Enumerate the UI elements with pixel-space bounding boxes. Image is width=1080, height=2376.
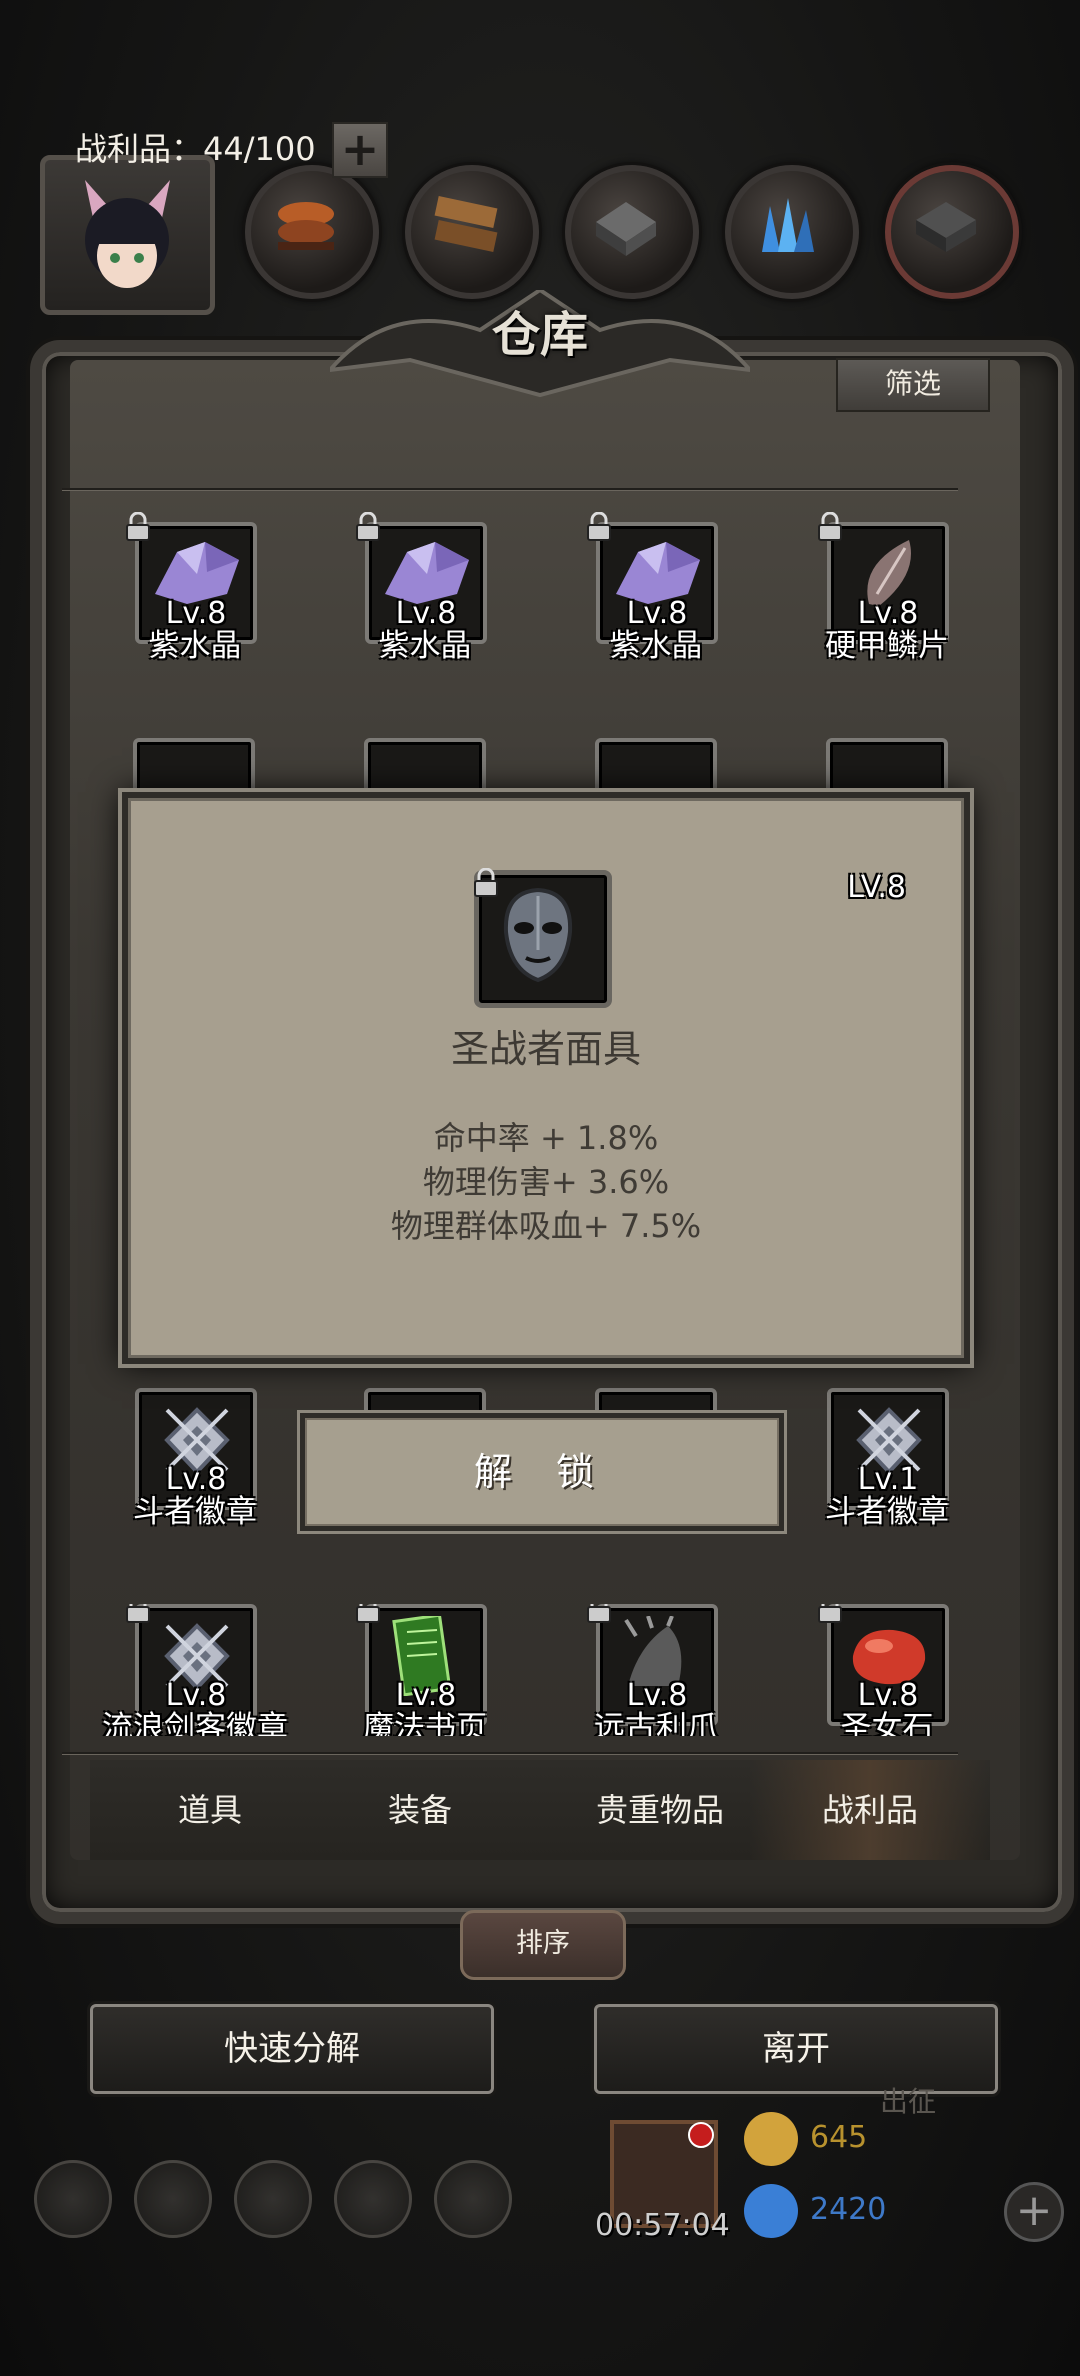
tab-loot[interactable]: 战利品 (750, 1760, 990, 1860)
tab-items[interactable]: 道具 (90, 1760, 330, 1860)
item-slot[interactable]: Lv.1 斗者徽章 (772, 1388, 1002, 1530)
notification-dot (688, 2122, 714, 2148)
item-slot[interactable]: Lv.8 紫水晶 (80, 512, 310, 664)
mail-icon[interactable] (334, 2160, 412, 2238)
item-level: Lv.8 (165, 1462, 227, 1497)
category-orange[interactable] (245, 165, 379, 299)
item-level: Lv.8 (626, 1678, 688, 1713)
item-name: 硬甲鳞片 (825, 628, 949, 664)
book-icon[interactable] (234, 2160, 312, 2238)
divider (62, 488, 958, 490)
lock-icon (587, 512, 611, 541)
item-name: 圣女石 (840, 1710, 934, 1736)
category-bar (40, 155, 1050, 315)
sort-button[interactable]: 排序 (460, 1910, 626, 1980)
lock-icon (356, 1604, 380, 1623)
lock-icon (126, 512, 150, 541)
item-name: 紫水晶 (378, 628, 472, 664)
lock-icon (126, 1604, 150, 1623)
item-name: 斗者徽章 (133, 1494, 257, 1530)
gem-amount: 2420 (810, 2192, 887, 2227)
item-level: Lv.1 (857, 1462, 919, 1497)
item-name: 魔法书页 (363, 1710, 487, 1736)
item-slot[interactable]: Lv.8 硬甲鳞片 (772, 512, 1002, 664)
quick-decompose-button[interactable]: 快速分解 (90, 2004, 494, 2094)
expand-capacity-button[interactable]: + (332, 122, 388, 178)
tab-valuables[interactable]: 贵重物品 (540, 1760, 780, 1860)
item-detail-popup: LV.8 圣战者面具 命中率 + 1.8% 物理伤害+ 3.6% 物理群体吸血+… (122, 792, 970, 1364)
window-title: 仓库 (491, 307, 588, 363)
popup-item-name: 圣战者面具 (450, 1027, 641, 1071)
gold-resource: 645 (744, 2112, 1044, 2168)
lock-icon (356, 512, 380, 541)
item-level: Lv.8 (395, 596, 457, 631)
popup-item-stats: 命中率 + 1.8% 物理伤害+ 3.6% 物理群体吸血+ 7.5% (128, 1116, 964, 1248)
lock-icon (818, 512, 842, 541)
item-slot[interactable]: Lv.8 圣女石 (772, 1604, 1002, 1736)
item-slot[interactable]: Lv.8 流浪剑客徽章 (80, 1604, 310, 1736)
lock-icon (474, 868, 498, 897)
item-level: Lv.8 (857, 1678, 919, 1713)
stat-line: 命中率 + 1.8% (433, 1119, 659, 1157)
filter-button[interactable]: 筛选 (836, 358, 990, 412)
stat-line: 物理伤害+ 3.6% (422, 1163, 670, 1201)
leave-button[interactable]: 离开 (594, 2004, 998, 2094)
item-level: Lv.8 (626, 596, 688, 631)
gem-resource: 2420 (744, 2184, 1044, 2240)
item-name: 远古利爪 (594, 1710, 718, 1736)
stat-line: 物理群体吸血+ 7.5% (390, 1207, 702, 1245)
gold-icon (744, 2112, 798, 2166)
tab-equipment[interactable]: 装备 (300, 1760, 540, 1860)
gold-amount: 645 (810, 2120, 868, 2155)
category-stone[interactable] (565, 165, 699, 299)
avatar[interactable] (40, 155, 215, 315)
unlock-button[interactable]: 解 锁 (300, 1413, 784, 1531)
category-wood[interactable] (405, 165, 539, 299)
gift-timer: 00:57:04 (595, 2208, 730, 2243)
divider (62, 1752, 958, 1754)
item-level: Lv.8 (165, 596, 227, 631)
item-slot[interactable]: Lv.8 紫水晶 (541, 512, 771, 664)
item-name: 流浪剑客徽章 (102, 1710, 288, 1736)
star-icon[interactable] (134, 2160, 212, 2238)
lock-icon (587, 1604, 611, 1623)
item-slot[interactable]: Lv.8 魔法书页 (310, 1604, 540, 1736)
item-level: Lv.8 (395, 1678, 457, 1713)
item-slot[interactable]: Lv.8 斗者徽章 (80, 1388, 310, 1530)
item-name: 紫水晶 (148, 628, 242, 664)
category-crystal[interactable] (725, 165, 859, 299)
gem-icon (744, 2184, 798, 2238)
category-tabs: 道具 装备 贵重物品 战利品 (90, 1760, 990, 1860)
category-iron[interactable] (885, 165, 1019, 299)
item-name: 斗者徽章 (825, 1494, 949, 1530)
item-slot[interactable]: Lv.8 远古利爪 (541, 1604, 771, 1736)
item-level: Lv.8 (857, 596, 919, 631)
settings-icon[interactable] (34, 2160, 112, 2238)
popup-item-level: LV.8 (847, 870, 906, 905)
add-gems-button[interactable]: + (1004, 2182, 1064, 2242)
item-name: 紫水晶 (609, 628, 703, 664)
loot-capacity: 战利品：44/100 (75, 130, 316, 168)
item-level: Lv.8 (165, 1678, 227, 1713)
lock-icon (818, 1604, 842, 1623)
item-slot[interactable]: Lv.8 紫水晶 (310, 512, 540, 664)
map-icon[interactable] (434, 2160, 512, 2238)
